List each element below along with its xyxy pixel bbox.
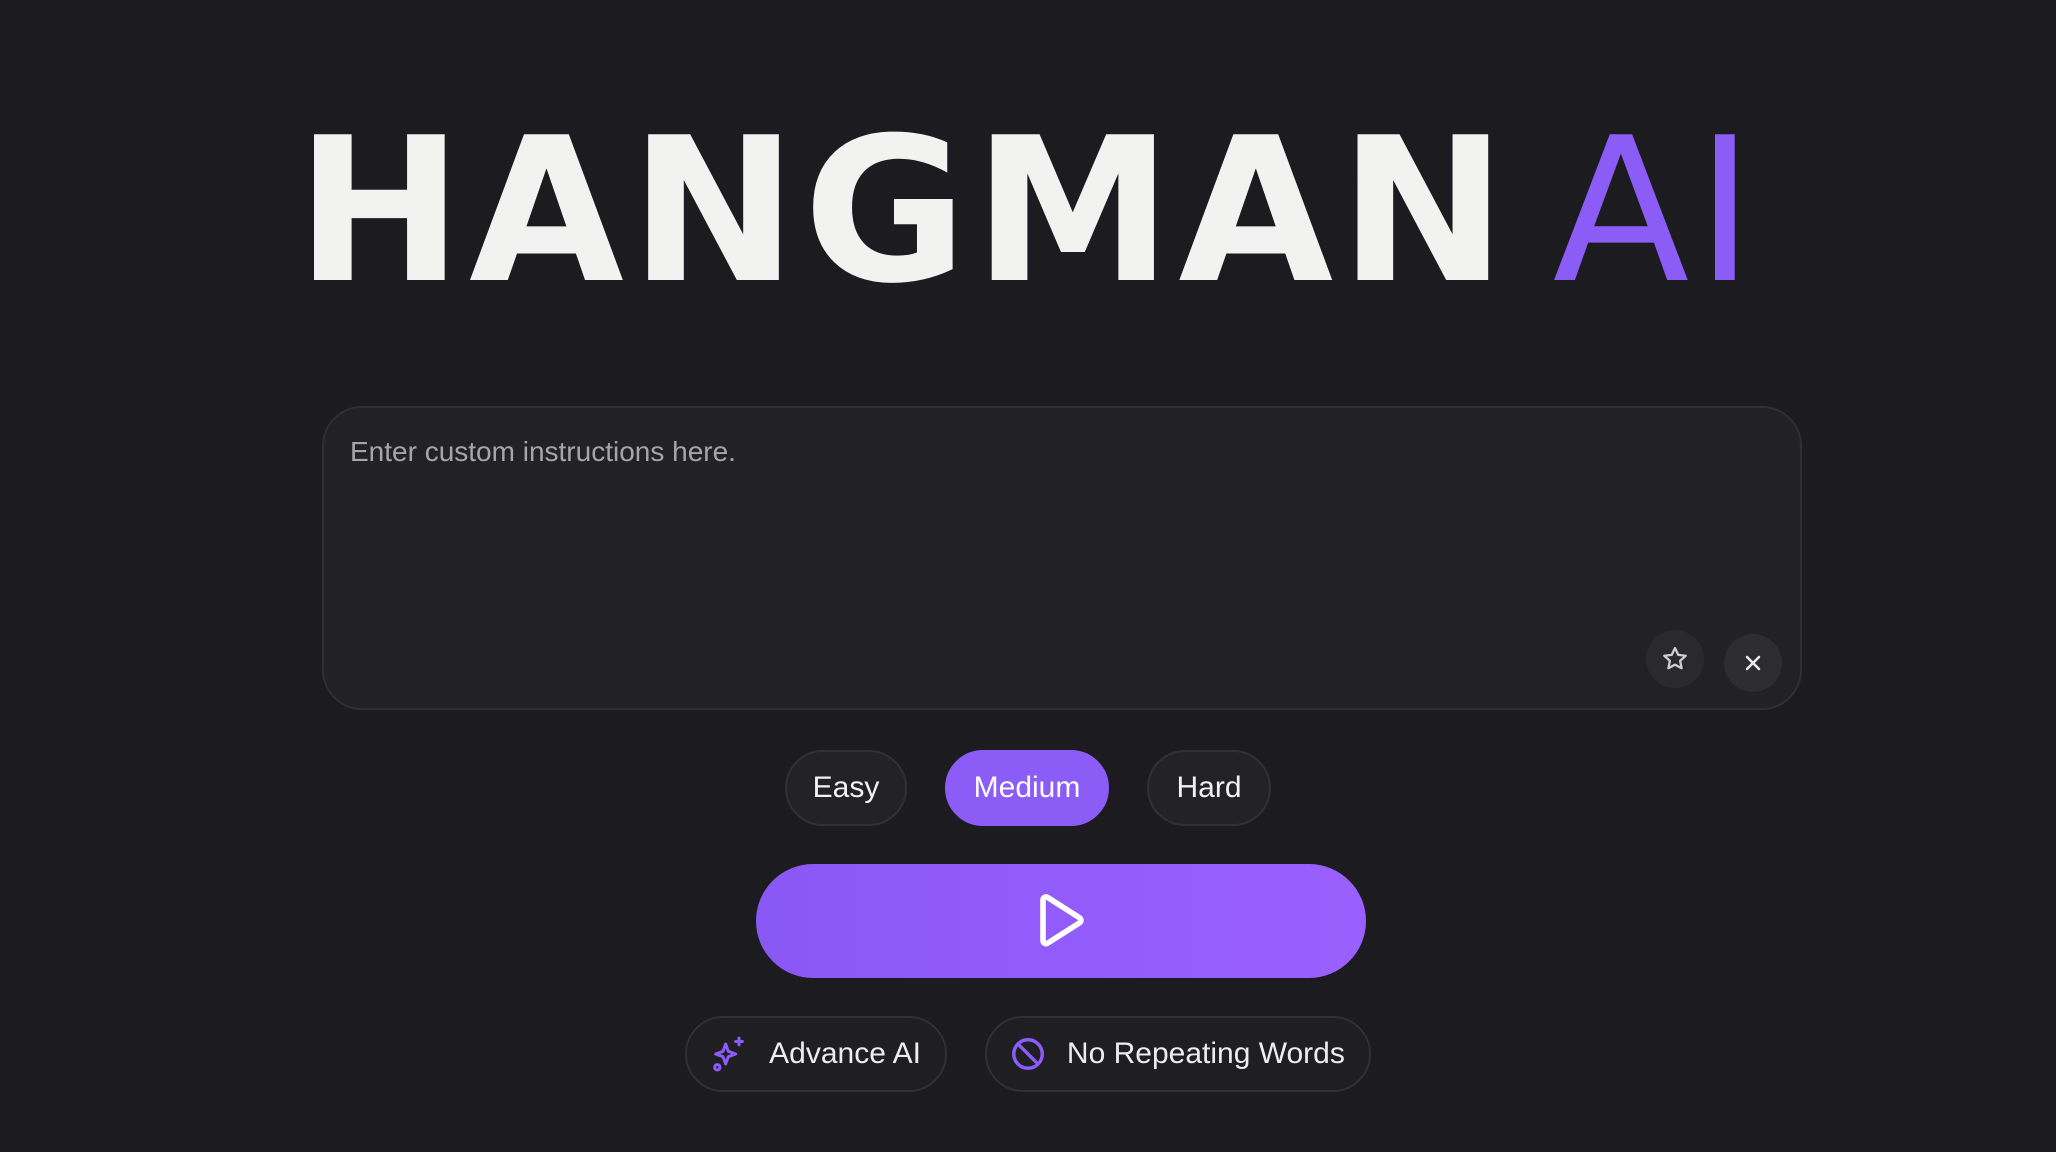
favorite-button[interactable] bbox=[1646, 630, 1704, 688]
star-icon bbox=[1663, 646, 1687, 670]
play-icon bbox=[1040, 894, 1084, 947]
game-options: Advance AI No Repeating Words bbox=[0, 1016, 2056, 1092]
advance-ai-label: Advance AI bbox=[769, 1037, 921, 1070]
ban-icon bbox=[1011, 1038, 1044, 1070]
difficulty-hard-button[interactable]: Hard bbox=[1147, 750, 1271, 826]
difficulty-selector: Easy Medium Hard bbox=[0, 750, 2056, 826]
no-repeating-words-label: No Repeating Words bbox=[1066, 1037, 1345, 1070]
clear-button[interactable] bbox=[1724, 634, 1782, 692]
custom-instructions-box bbox=[322, 406, 1802, 710]
play-button[interactable] bbox=[756, 864, 1366, 978]
app-title-accent: AI bbox=[1552, 95, 1761, 328]
no-repeating-words-toggle[interactable]: No Repeating Words bbox=[984, 1016, 1371, 1092]
app-title-main: HANGMAN bbox=[295, 95, 1513, 328]
advance-ai-toggle[interactable]: Advance AI bbox=[685, 1016, 947, 1092]
close-icon bbox=[1745, 655, 1761, 671]
app-title: HANGMAN AI bbox=[0, 112, 2056, 312]
custom-instructions-input[interactable] bbox=[350, 434, 1750, 634]
page: HANGMANAI Easy Medium Hard Advance AI bbox=[0, 0, 2056, 1152]
sparkles-icon bbox=[713, 1036, 744, 1072]
difficulty-medium-button[interactable]: Medium bbox=[945, 750, 1109, 826]
difficulty-easy-button[interactable]: Easy bbox=[785, 750, 907, 826]
